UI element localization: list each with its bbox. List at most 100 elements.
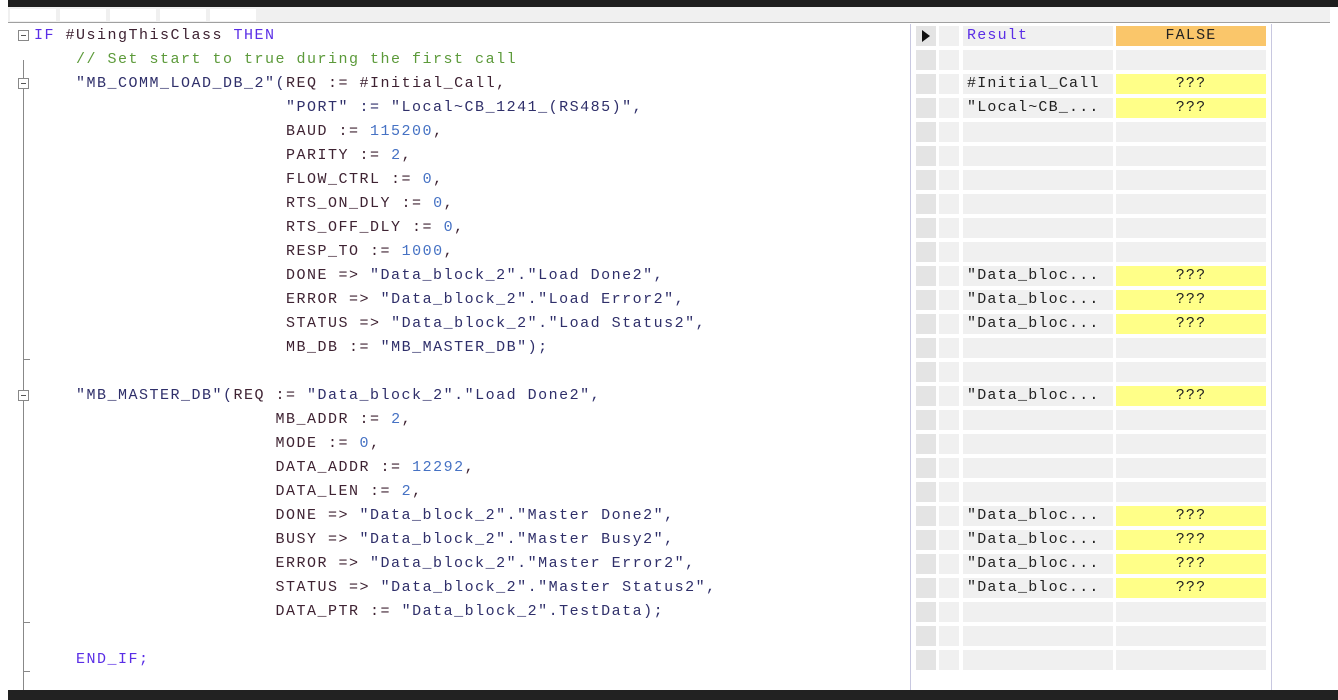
code-token-pn: DONE =>	[34, 267, 371, 284]
code-token-pn: ERROR =>	[34, 291, 381, 308]
monitor-value	[1116, 458, 1266, 478]
code-line: DATA_ADDR := 12292,	[34, 456, 475, 480]
code-line: RTS_OFF_DLY := 0,	[34, 216, 465, 240]
row-marker-cell[interactable]	[916, 362, 936, 382]
monitor-value: ???	[1116, 98, 1266, 118]
monitor-row	[911, 648, 1271, 672]
tab[interactable]	[110, 9, 156, 21]
code-token-op: ,	[370, 435, 381, 452]
row-marker-cell[interactable]	[916, 410, 936, 430]
tab[interactable]	[160, 9, 206, 21]
code-line: END_IF;	[34, 648, 150, 672]
row-marker-cell[interactable]	[916, 314, 936, 334]
code-token-nu: 0	[443, 219, 455, 236]
scl-code-editor[interactable]: IF #UsingThisClass THEN // Set start to …	[8, 24, 910, 696]
row-marker-cell[interactable]	[916, 338, 936, 358]
row-marker-cell[interactable]	[916, 458, 936, 478]
tab[interactable]	[60, 9, 106, 21]
code-token-pn: MB_DB :=	[34, 339, 381, 356]
row-status-cell	[939, 458, 959, 478]
code-token-st: "Data_block_2"."Load Error2",	[380, 291, 686, 308]
monitor-value	[1116, 362, 1266, 382]
code-line: RTS_ON_DLY := 0,	[34, 192, 454, 216]
row-status-cell	[939, 98, 959, 118]
row-marker-cell[interactable]	[916, 146, 936, 166]
row-status-cell	[939, 266, 959, 286]
row-marker-cell[interactable]	[916, 194, 936, 214]
code-token-st: "Data_block_2"."Master Done2",	[359, 507, 675, 524]
row-marker-cell[interactable]	[916, 242, 936, 262]
row-marker-cell[interactable]	[916, 26, 936, 46]
code-line: RESP_TO := 1000,	[34, 240, 454, 264]
row-marker-cell[interactable]	[916, 530, 936, 550]
row-marker-cell[interactable]	[916, 602, 936, 622]
collapse-call-icon[interactable]	[18, 390, 29, 401]
code-token-st: "Data_block_2"."Master Busy2",	[359, 531, 675, 548]
row-status-cell	[939, 194, 959, 214]
tab[interactable]	[210, 9, 256, 21]
code-token-nu: 115200	[370, 123, 434, 140]
code-token-pn: REQ := #Initial_Call,	[286, 75, 507, 92]
row-marker-cell[interactable]	[916, 290, 936, 310]
row-marker-cell[interactable]	[916, 122, 936, 142]
monitor-operand	[963, 122, 1113, 142]
code-token-kw: THEN	[233, 27, 276, 44]
monitor-row	[911, 408, 1271, 432]
monitor-row	[911, 240, 1271, 264]
code-token-pn: PARITY :=	[34, 147, 392, 164]
code-line: DONE => "Data_block_2"."Load Done2",	[34, 264, 664, 288]
code-token-op: ,	[433, 171, 444, 188]
code-token-op: ,	[433, 123, 444, 140]
row-marker-cell[interactable]	[916, 578, 936, 598]
row-marker-cell[interactable]	[916, 50, 936, 70]
code-token-pn: STATUS =>	[34, 315, 392, 332]
row-marker-cell[interactable]	[916, 266, 936, 286]
code-line: MB_ADDR := 2,	[34, 408, 412, 432]
code-line: ERROR => "Data_block_2"."Master Error2",	[34, 552, 696, 576]
monitor-operand	[963, 194, 1113, 214]
monitor-operand	[963, 362, 1113, 382]
collapse-call-icon[interactable]	[18, 78, 29, 89]
code-token-pn: FLOW_CTRL :=	[34, 171, 423, 188]
row-marker-cell[interactable]	[916, 434, 936, 454]
code-line: STATUS => "Data_block_2"."Load Status2",	[34, 312, 706, 336]
monitor-value	[1116, 50, 1266, 70]
fold-end-marker	[23, 359, 30, 360]
code-token-pn: DATA_LEN :=	[34, 483, 402, 500]
row-status-cell	[939, 314, 959, 334]
tab[interactable]	[10, 9, 56, 21]
monitor-row: "Local~CB_...???	[911, 96, 1271, 120]
row-marker-cell[interactable]	[916, 170, 936, 190]
code-token-op: ,	[443, 195, 455, 212]
row-marker-cell[interactable]	[916, 626, 936, 646]
row-marker-cell[interactable]	[916, 554, 936, 574]
monitor-row: "Data_bloc...???	[911, 552, 1271, 576]
row-marker-cell[interactable]	[916, 506, 936, 526]
window-top-border	[8, 0, 1338, 7]
row-status-cell	[939, 74, 959, 94]
code-token-cm: // Set start to true during the first ca…	[34, 51, 518, 68]
collapse-if-icon[interactable]	[18, 30, 29, 41]
row-marker-cell[interactable]	[916, 74, 936, 94]
monitor-operand: Result	[963, 26, 1113, 46]
row-marker-cell[interactable]	[916, 218, 936, 238]
row-marker-cell[interactable]	[916, 386, 936, 406]
code-line: PARITY := 2,	[34, 144, 412, 168]
row-status-cell	[939, 218, 959, 238]
row-status-cell	[939, 242, 959, 262]
code-token-st: "Data_block_2"."Load Done2",	[307, 387, 602, 404]
row-marker-cell[interactable]	[916, 650, 936, 670]
monitor-value	[1116, 338, 1266, 358]
code-token-pn: RESP_TO :=	[34, 243, 402, 260]
monitor-row	[911, 120, 1271, 144]
code-token-pn: BUSY =>	[34, 531, 360, 548]
monitor-operand: "Data_bloc...	[963, 386, 1113, 406]
code-token-nu: 2	[391, 411, 402, 428]
code-line: STATUS => "Data_block_2"."Master Status2…	[34, 576, 717, 600]
row-marker-cell[interactable]	[916, 98, 936, 118]
monitor-row: #Initial_Call???	[911, 72, 1271, 96]
monitor-value: ???	[1116, 554, 1266, 574]
code-token-st: "PORT" := "Local~CB_1241_(RS485)",	[34, 99, 644, 116]
monitor-value	[1116, 218, 1266, 238]
row-marker-cell[interactable]	[916, 482, 936, 502]
